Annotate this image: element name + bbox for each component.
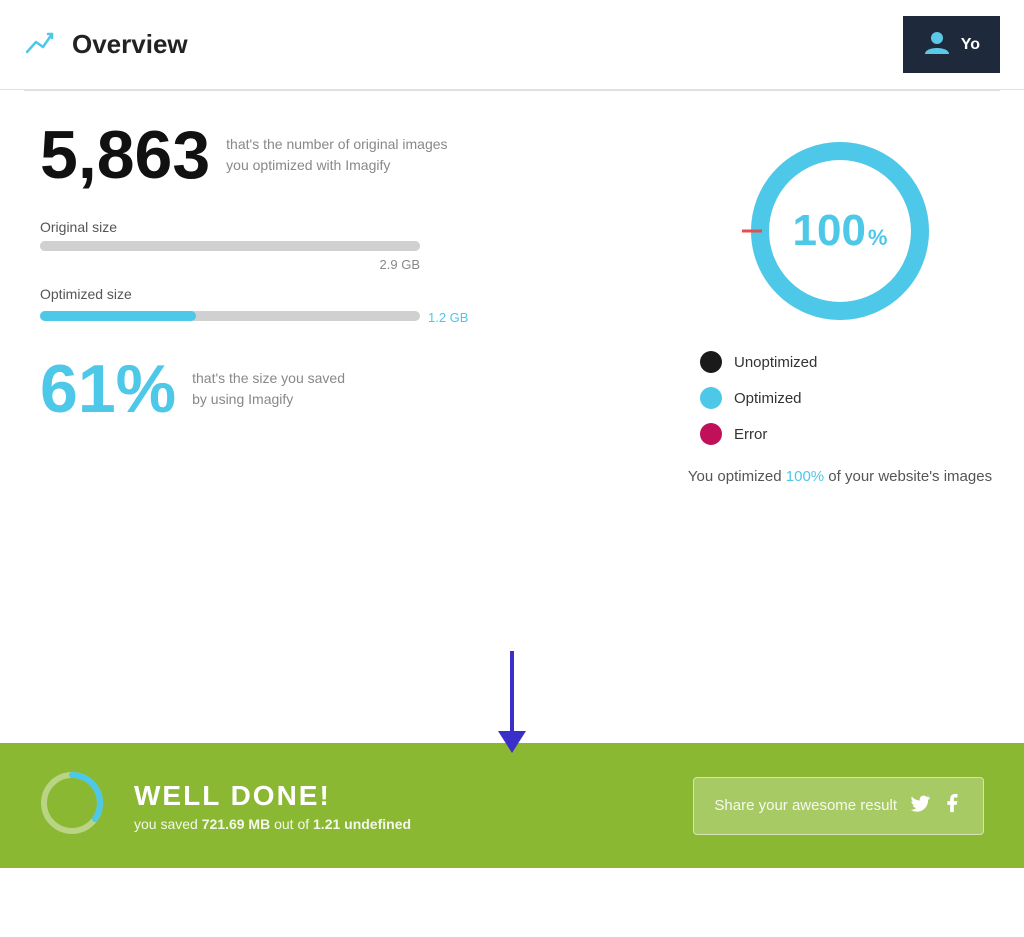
arrow-container bbox=[0, 651, 1024, 753]
savings-stat: 61% that's the size you saved by using I… bbox=[40, 355, 640, 423]
legend-item-unoptimized: Unoptimized bbox=[700, 351, 817, 373]
optimized-row: 1.2 GB bbox=[40, 306, 640, 325]
page-header: Overview Yo bbox=[0, 0, 1024, 90]
total-amount: 1.21 undefined bbox=[313, 816, 411, 832]
error-dot bbox=[700, 423, 722, 445]
subtitle-prefix: you saved bbox=[134, 816, 202, 832]
share-label: Share your awesome result bbox=[714, 797, 897, 814]
facebook-icon[interactable] bbox=[941, 792, 963, 820]
legend-item-error: Error bbox=[700, 423, 817, 445]
summary-highlight: 100% bbox=[786, 468, 824, 485]
chart-legend: Unoptimized Optimized Error bbox=[700, 351, 817, 445]
main-content: 5,863 that's the number of original imag… bbox=[0, 91, 1024, 651]
optimized-dot bbox=[700, 387, 722, 409]
image-count-value: 5,863 bbox=[40, 121, 210, 189]
donut-center-text: 100% bbox=[793, 206, 888, 256]
overview-icon bbox=[24, 24, 60, 65]
user-avatar-icon bbox=[923, 28, 951, 61]
well-done-subtitle: you saved 721.69 MB out of 1.21 undefine… bbox=[134, 816, 663, 832]
image-count-stat: 5,863 that's the number of original imag… bbox=[40, 121, 640, 189]
original-size-bar bbox=[40, 241, 420, 251]
well-done-icon bbox=[40, 771, 104, 840]
unoptimized-dot bbox=[700, 351, 722, 373]
donut-percent-value: 100 bbox=[793, 206, 866, 256]
page-title: Overview bbox=[72, 29, 188, 60]
optimized-size-value: 1.2 GB bbox=[428, 310, 468, 325]
legend-item-optimized: Optimized bbox=[700, 387, 817, 409]
donut-chart: 100% bbox=[740, 131, 940, 331]
error-label: Error bbox=[734, 426, 767, 443]
share-button[interactable]: Share your awesome result bbox=[693, 777, 984, 835]
original-size-label: Original size bbox=[40, 219, 640, 235]
well-done-text-section: WELL DONE! you saved 721.69 MB out of 1.… bbox=[134, 780, 663, 832]
right-panel: 100% Unoptimized Optimized Error You opt… bbox=[680, 121, 1000, 621]
summary-text: You optimized 100% of your website's ima… bbox=[688, 465, 992, 489]
summary-prefix: You optimized bbox=[688, 468, 786, 485]
header-left: Overview bbox=[24, 24, 188, 65]
optimized-size-bar bbox=[40, 311, 420, 321]
well-done-title: WELL DONE! bbox=[134, 780, 663, 812]
footer-banner: WELL DONE! you saved 721.69 MB out of 1.… bbox=[0, 743, 1024, 868]
user-name: Yo bbox=[961, 36, 980, 54]
savings-percent-value: 61% bbox=[40, 355, 176, 423]
original-size-value: 2.9 GB bbox=[40, 257, 420, 272]
share-icons bbox=[909, 792, 963, 820]
user-menu[interactable]: Yo bbox=[903, 16, 1000, 73]
arrow-line bbox=[510, 651, 514, 731]
original-size-item: Original size 2.9 GB bbox=[40, 219, 640, 272]
donut-percent-sign: % bbox=[868, 225, 888, 251]
arrow-head bbox=[498, 731, 526, 753]
savings-description: that's the size you saved by using Imagi… bbox=[192, 368, 345, 410]
unoptimized-label: Unoptimized bbox=[734, 354, 817, 371]
summary-suffix: of your website's images bbox=[824, 468, 992, 485]
saved-amount: 721.69 MB bbox=[202, 816, 270, 832]
image-count-description: that's the number of original images you… bbox=[226, 134, 447, 176]
arrow-down bbox=[498, 651, 526, 753]
subtitle-middle: out of bbox=[270, 816, 313, 832]
twitter-icon[interactable] bbox=[909, 792, 931, 820]
left-panel: 5,863 that's the number of original imag… bbox=[40, 121, 640, 621]
size-section: Original size 2.9 GB Optimized size 1.2 … bbox=[40, 219, 640, 325]
optimized-size-label: Optimized size bbox=[40, 286, 640, 302]
optimized-size-item: Optimized size 1.2 GB bbox=[40, 286, 640, 325]
optimized-label: Optimized bbox=[734, 390, 802, 407]
